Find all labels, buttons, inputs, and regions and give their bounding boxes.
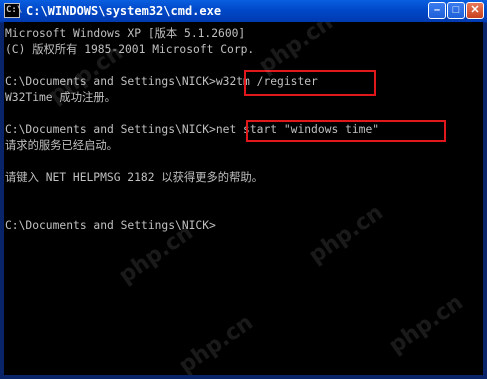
- console-prompt-line: C:\Documents and Settings\NICK>: [5, 219, 216, 232]
- console-line: Microsoft Windows XP [版本 5.1.2600]: [5, 27, 246, 40]
- watermark-text: php.cn: [304, 200, 388, 269]
- minimize-button[interactable]: –: [428, 2, 446, 19]
- cmd-window: C:\ C:\WINDOWS\system32\cmd.exe – □ ✕ Mi…: [0, 0, 487, 379]
- watermark-text: php.cn: [384, 290, 468, 359]
- watermark-text: php.cn: [174, 310, 258, 375]
- close-button[interactable]: ✕: [466, 2, 484, 19]
- title-bar[interactable]: C:\ C:\WINDOWS\system32\cmd.exe – □ ✕: [0, 0, 487, 23]
- console-output[interactable]: Microsoft Windows XP [版本 5.1.2600] (C) 版…: [4, 22, 483, 375]
- highlight-box-w32tm: [244, 70, 376, 96]
- cmd-app-icon[interactable]: C:\: [4, 3, 22, 18]
- console-line: W32Time 成功注册。: [5, 91, 116, 104]
- console-line: 请键入 NET HELPMSG 2182 以获得更多的帮助。: [5, 171, 263, 184]
- console-line: (C) 版权所有 1985-2001 Microsoft Corp.: [5, 43, 255, 56]
- console-line: 请求的服务已经启动。: [5, 139, 118, 152]
- maximize-button[interactable]: □: [447, 2, 465, 19]
- highlight-box-net-start: [246, 120, 446, 142]
- window-title: C:\WINDOWS\system32\cmd.exe: [26, 4, 222, 18]
